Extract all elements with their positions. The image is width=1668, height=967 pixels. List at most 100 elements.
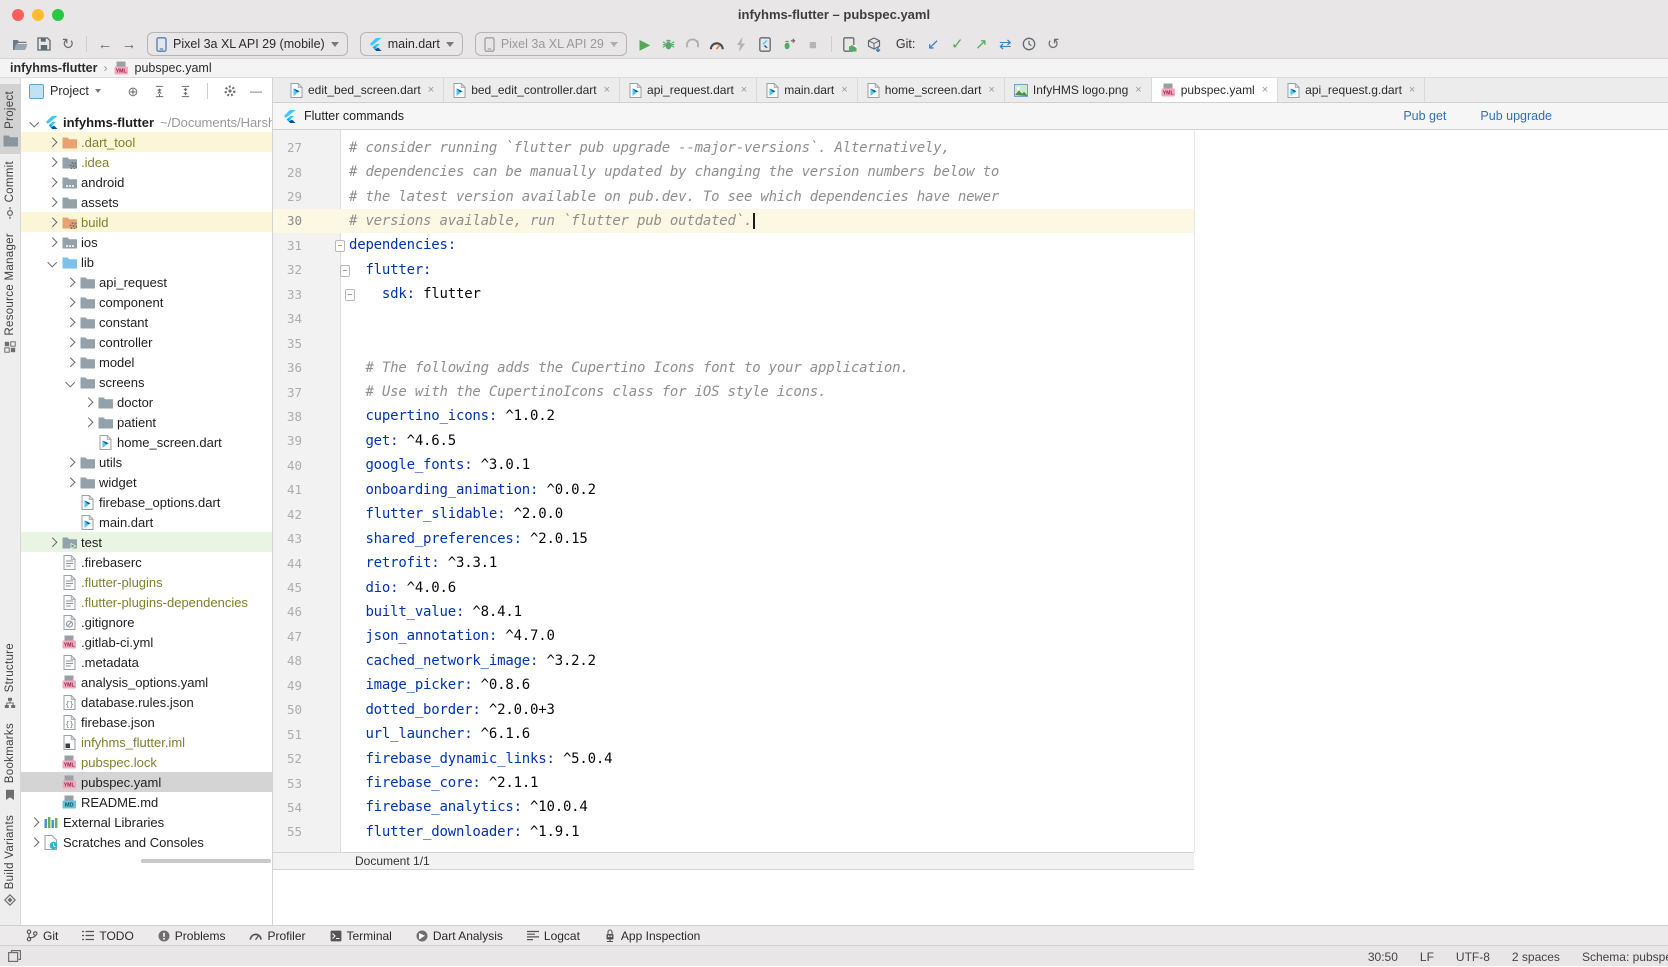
attach-flutter-icon[interactable] [753, 33, 777, 55]
code-line-50[interactable]: 50 dotted_border: ^2.0.0+3 [273, 698, 1194, 722]
code-editor[interactable]: 26# To automatically upgrade your packag… [273, 130, 1668, 852]
tree-item-.dart_tool[interactable]: .dart_tool [21, 132, 272, 152]
tab-pubspec-yaml[interactable]: YMLpubspec.yaml× [1152, 78, 1278, 102]
tree-item-README.md[interactable]: MDREADME.md [21, 792, 272, 812]
toolwindow-app-inspection[interactable]: App Inspection [604, 929, 700, 943]
close-icon[interactable]: × [1262, 84, 1268, 96]
chevron-right-icon[interactable] [84, 397, 93, 406]
attach-debugger-icon[interactable] [777, 33, 801, 55]
fold-marker-icon[interactable] [345, 289, 355, 301]
collapse-all-icon[interactable] [175, 81, 195, 101]
chevron-right-icon[interactable] [48, 197, 57, 206]
tree-item-controller[interactable]: controller [21, 332, 272, 352]
tree-item-constant[interactable]: constant [21, 312, 272, 332]
chevron-right-icon[interactable] [66, 337, 75, 346]
tree-item-main.dart[interactable]: main.dart [21, 512, 272, 532]
git-update-icon[interactable]: ↙ [921, 33, 945, 55]
code-line-41[interactable]: 41 onboarding_animation: ^0.0.2 [273, 478, 1194, 502]
tab-edit_bed_screen-dart[interactable]: edit_bed_screen.dart× [281, 78, 444, 102]
toolwindow-problems[interactable]: Problems [158, 929, 226, 943]
code-line-32[interactable]: 32 flutter: [273, 258, 1194, 282]
device-selector[interactable]: Pixel 3a XL API 29 (mobile) [147, 32, 348, 56]
close-icon[interactable]: × [988, 84, 994, 96]
sync-icon[interactable]: ↻ [56, 33, 80, 55]
stripe-item-structure[interactable]: Structure [0, 636, 21, 716]
save-all-icon[interactable] [32, 33, 56, 55]
close-icon[interactable]: × [1135, 84, 1141, 96]
tree-item-pubspec.yaml[interactable]: YMLpubspec.yaml [21, 772, 272, 792]
chevron-right-icon[interactable] [84, 417, 93, 426]
run-config-selector[interactable]: main.dart [360, 32, 463, 56]
code-line-37[interactable]: 37 # Use with the CupertinoIcons class f… [273, 380, 1194, 404]
code-line-27[interactable]: 27# consider running `flutter pub upgrad… [273, 135, 1194, 159]
minimize-window-button[interactable] [32, 9, 44, 21]
tree-item-.gitlab-ci.yml[interactable]: YML.gitlab-ci.yml [21, 632, 272, 652]
chevron-right-icon[interactable] [48, 217, 57, 226]
code-line-51[interactable]: 51 url_launcher: ^6.1.6 [273, 722, 1194, 746]
stripe-item-bookmarks[interactable]: Bookmarks [0, 716, 21, 807]
history-clock-icon[interactable] [1017, 33, 1041, 55]
chevron-right-icon[interactable] [48, 537, 57, 546]
code-line-29[interactable]: 29# the latest version available on pub.… [273, 184, 1194, 208]
tree-item-test[interactable]: test [21, 532, 272, 552]
tab-api_request-dart[interactable]: api_request.dart× [620, 78, 757, 102]
tree-item-android[interactable]: android [21, 172, 272, 192]
code-line-42[interactable]: 42 flutter_slidable: ^2.0.0 [273, 502, 1194, 526]
git-commit-check-icon[interactable]: ✓ [945, 33, 969, 55]
toolwindow-dart-analysis[interactable]: Dart Analysis [416, 929, 503, 943]
rollback-icon[interactable]: ↺ [1041, 33, 1065, 55]
chevron-right-icon[interactable] [30, 817, 39, 826]
code-line-30[interactable]: 30# versions available, run `flutter pub… [273, 209, 1194, 233]
stop-button[interactable]: ■ [801, 33, 825, 55]
toolwindow-logcat[interactable]: Logcat [527, 929, 580, 943]
chevron-down-icon[interactable] [48, 257, 57, 266]
tree-horizontal-scrollbar[interactable] [141, 859, 271, 863]
chevron-right-icon[interactable] [48, 237, 57, 246]
close-icon[interactable]: × [1409, 84, 1415, 96]
toolwindow-git[interactable]: Git [26, 929, 58, 943]
pub-get-link[interactable]: Pub get [1403, 109, 1446, 123]
code-line-48[interactable]: 48 cached_network_image: ^3.2.2 [273, 649, 1194, 673]
chevron-right-icon[interactable] [66, 297, 75, 306]
code-line-55[interactable]: 55 flutter_downloader: ^1.9.1 [273, 820, 1194, 844]
fold-marker-icon[interactable] [340, 265, 350, 277]
tab-bed_edit_controller-dart[interactable]: bed_edit_controller.dart× [444, 78, 620, 102]
code-line-39[interactable]: 39 get: ^4.6.5 [273, 429, 1194, 453]
close-window-button[interactable] [12, 9, 24, 21]
locate-file-icon[interactable]: ⊕ [123, 81, 143, 101]
tree-item-screens[interactable]: screens [21, 372, 272, 392]
close-icon[interactable]: × [741, 84, 747, 96]
code-line-46[interactable]: 46 built_value: ^8.4.1 [273, 600, 1194, 624]
code-line-28[interactable]: 28# dependencies can be manually updated… [273, 160, 1194, 184]
tree-item-database.rules.json[interactable]: {}database.rules.json [21, 692, 272, 712]
tree-item-Scratches and Consoles[interactable]: Scratches and Consoles [21, 832, 272, 852]
tree-item-firebase.json[interactable]: {}firebase.json [21, 712, 272, 732]
tree-item-.idea[interactable]: .idea [21, 152, 272, 172]
toolwindow-todo[interactable]: TODO [82, 929, 133, 943]
expand-all-icon[interactable] [149, 81, 169, 101]
tree-item-.flutter-plugins[interactable]: .flutter-plugins [21, 572, 272, 592]
chevron-right-icon[interactable] [66, 477, 75, 486]
fold-marker-icon[interactable] [335, 240, 345, 252]
indent-setting[interactable]: 2 spaces [1512, 950, 1560, 964]
caret-position[interactable]: 30:50 [1368, 950, 1398, 964]
run-button[interactable]: ▶ [633, 33, 657, 55]
code-line-44[interactable]: 44 retrofit: ^3.3.1 [273, 551, 1194, 575]
tool-windows-toggle-icon[interactable] [8, 950, 21, 962]
tab-main-dart[interactable]: main.dart× [757, 78, 857, 102]
code-line-40[interactable]: 40 google_fonts: ^3.0.1 [273, 453, 1194, 477]
tree-item-ios[interactable]: ios [21, 232, 272, 252]
schema-setting[interactable]: Schema: pubspec [1582, 950, 1668, 964]
chevron-right-icon[interactable] [48, 177, 57, 186]
git-push-icon[interactable]: ↗ [969, 33, 993, 55]
tree-item-.firebaserc[interactable]: .firebaserc [21, 552, 272, 572]
tree-item-build[interactable]: build [21, 212, 272, 232]
stripe-item-build-variants[interactable]: Build Variants [0, 808, 21, 913]
debug-button[interactable] [657, 33, 681, 55]
tree-item-home_screen.dart[interactable]: home_screen.dart [21, 432, 272, 452]
breadcrumb-project[interactable]: infyhms-flutter [10, 61, 98, 75]
chevron-down-icon[interactable] [30, 117, 39, 126]
profile-button[interactable] [681, 33, 705, 55]
open-folder-icon[interactable] [8, 33, 32, 55]
tree-item-.gitignore[interactable]: .gitignore [21, 612, 272, 632]
